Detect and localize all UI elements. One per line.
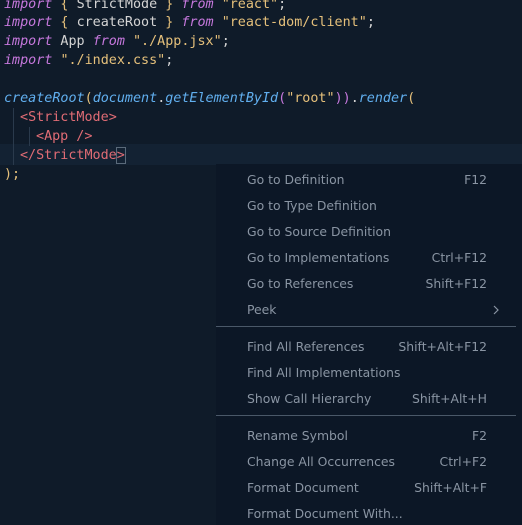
menu-item-label: Find All References (247, 339, 365, 354)
context-menu: Go to Definition F12 Go to Type Definitio… (216, 164, 522, 525)
token: . (350, 91, 359, 106)
menu-item-shortcut: F12 (464, 172, 487, 187)
token: </ (20, 148, 37, 163)
token: App (44, 129, 69, 144)
token: StrictMode (36, 148, 117, 163)
token: > (115, 147, 126, 164)
token: ; (221, 34, 230, 49)
menu-separator (216, 415, 516, 416)
token: createRoot (76, 15, 158, 30)
token: } (157, 15, 182, 30)
menu-item-find-all-implementations[interactable]: Find All Implementations (216, 360, 522, 386)
token: ; (366, 15, 375, 30)
menu-item-go-to-implementations[interactable]: Go to Implementations Ctrl+F12 (216, 245, 522, 271)
menu-item-change-all-occurrences[interactable]: Change All Occurrences Ctrl+F2 (216, 449, 522, 475)
token: import (4, 53, 53, 68)
menu-item-label: Format Document (247, 480, 359, 495)
token: "./index.css" (60, 53, 166, 68)
menu-separator (216, 326, 516, 327)
token: import (4, 34, 53, 49)
code-line-8[interactable]: <App /> (36, 127, 92, 146)
code-line-4[interactable]: import "./index.css"; (4, 51, 173, 70)
menu-item-shortcut: Shift+Alt+F12 (398, 339, 487, 354)
menu-item-shortcut: Shift+F12 (425, 276, 487, 291)
token: )) (334, 91, 351, 106)
token: ( (407, 91, 416, 106)
menu-item-label: Show Call Hierarchy (247, 391, 372, 406)
menu-item-label: Go to Implementations (247, 250, 390, 265)
menu-item-label: Find All Implementations (247, 365, 401, 380)
menu-item-label: Go to Source Definition (247, 224, 391, 239)
menu-item-go-to-references[interactable]: Go to References Shift+F12 (216, 271, 522, 297)
token: > (108, 110, 117, 125)
token: import (4, 0, 53, 12)
token: from (181, 15, 214, 30)
token: getElementById (165, 91, 279, 106)
menu-item-go-to-definition[interactable]: Go to Definition F12 (216, 167, 522, 193)
token: document (92, 91, 158, 106)
token: StrictMode (28, 110, 109, 125)
token: ; (278, 0, 287, 12)
menu-item-shortcut: Ctrl+F12 (431, 250, 487, 265)
token: ); (4, 167, 21, 182)
token: ( (278, 91, 287, 106)
token: ; (165, 53, 174, 68)
chevron-right-icon (492, 297, 500, 323)
menu-item-label: Go to References (247, 276, 354, 291)
token: "root" (286, 91, 335, 106)
indent-guide (29, 127, 30, 146)
code-line-3[interactable]: import App from "./App.jsx"; (4, 32, 230, 51)
menu-item-label: Go to Definition (247, 172, 345, 187)
menu-item-go-to-type-definition[interactable]: Go to Type Definition (216, 193, 522, 219)
menu-item-label: Go to Type Definition (247, 198, 377, 213)
menu-item-format-document[interactable]: Format Document Shift+Alt+F (216, 475, 522, 501)
token: render (358, 91, 408, 106)
token: App (52, 34, 93, 49)
token: { (52, 15, 77, 30)
token: "react-dom/client" (221, 15, 367, 30)
menu-item-find-all-references[interactable]: Find All References Shift+Alt+F12 (216, 334, 522, 360)
menu-item-go-to-source-definition[interactable]: Go to Source Definition (216, 219, 522, 245)
token: /> (68, 129, 93, 144)
code-line-6[interactable]: createRoot(document.getElementById("root… (4, 89, 415, 108)
token: < (36, 129, 45, 144)
token: } (157, 0, 182, 12)
token: createRoot (4, 91, 85, 106)
menu-item-shortcut: F2 (471, 428, 487, 443)
menu-item-peek[interactable]: Peek (216, 297, 522, 323)
token: import (4, 15, 53, 30)
code-line-2[interactable]: import { createRoot } from "react-dom/cl… (4, 13, 375, 32)
token: { (52, 0, 77, 12)
indent-guide (13, 108, 14, 165)
menu-item-label: Format Document With... (247, 506, 403, 521)
menu-item-rename-symbol[interactable]: Rename Symbol F2 (216, 423, 522, 449)
token: ( (84, 91, 93, 106)
code-line-1[interactable]: import { StrictMode } from "react"; (4, 0, 286, 14)
menu-item-label: Peek (247, 302, 277, 317)
menu-item-show-call-hierarchy[interactable]: Show Call Hierarchy Shift+Alt+H (216, 386, 522, 412)
menu-item-shortcut: Shift+Alt+H (411, 391, 487, 406)
menu-item-shortcut: Ctrl+F2 (439, 454, 487, 469)
token: "react" (221, 0, 279, 12)
token: StrictMode (76, 0, 158, 12)
menu-item-label: Change All Occurrences (247, 454, 395, 469)
code-line-10[interactable]: ); (4, 165, 20, 184)
code-line-7[interactable]: <StrictMode> (20, 108, 117, 127)
menu-item-shortcut: Shift+Alt+F (414, 480, 487, 495)
menu-item-format-document-with[interactable]: Format Document With... (216, 501, 522, 525)
code-line-9[interactable]: </StrictMode> (20, 146, 126, 165)
token: < (20, 110, 29, 125)
token: from (181, 0, 214, 12)
menu-item-label: Rename Symbol (247, 428, 348, 443)
token: "./App.jsx" (133, 34, 222, 49)
token: from (92, 34, 125, 49)
